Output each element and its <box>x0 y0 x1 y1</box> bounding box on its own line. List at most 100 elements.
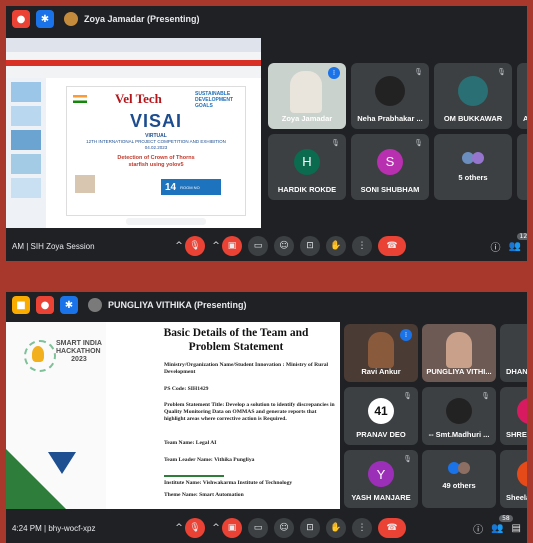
people-icon[interactable]: 👥 58 <box>491 514 513 534</box>
apps-icon[interactable]: ✱ <box>60 296 78 314</box>
participant-tile[interactable]: ⁞ Ravi Ankur <box>344 324 418 382</box>
participant-tile[interactable]: PUNGLIYA VITHI... <box>422 324 496 382</box>
avatar <box>88 298 102 312</box>
call-controls: ^ 🎙 ^ ▣ ▭ ☺ ⊡ ✋ ⋮ ☎ <box>174 236 412 256</box>
participant-tile[interactable]: 🎙 -- Smt.Madhuri ... <box>422 387 496 445</box>
raise-hand-button[interactable]: ✋ <box>326 518 346 538</box>
people-count: 58 <box>499 514 513 522</box>
event-date: 04.02.2023 <box>144 145 168 150</box>
participant-tile[interactable]: 🎙 Neha Prabhakar ... <box>351 63 429 129</box>
present-button[interactable]: ⊡ <box>300 518 320 538</box>
bottom-bar: 4:24 PM | bhy-wocf-xpz ^ 🎙 ^ ▣ ▭ ☺ ⊡ ✋ ⋮… <box>6 513 527 543</box>
participant-tile[interactable]: SHREYA <box>500 387 527 445</box>
chevron-up-icon[interactable]: ^ <box>174 518 184 538</box>
info-icon[interactable]: ⓘ <box>473 521 483 536</box>
slide-thumbnails <box>6 78 46 228</box>
others-count: 49 others <box>442 481 476 490</box>
activities-icon[interactable]: ✱ <box>36 10 54 28</box>
captions-button[interactable]: ▭ <box>248 236 268 256</box>
participant-tile[interactable]: Sheela G <box>500 450 527 508</box>
more-options-button[interactable]: ⋮ <box>352 518 372 538</box>
speaking-icon: ⁞ <box>328 67 340 79</box>
mic-off-button[interactable]: 🎙 <box>185 236 205 256</box>
team-name-text: Team Name: Legal AI <box>164 440 217 446</box>
avatar: H <box>294 148 320 175</box>
chevron-up-icon[interactable]: ^ <box>211 518 221 538</box>
present-button[interactable]: ⊡ <box>300 236 320 256</box>
chat-icon[interactable]: ▤ <box>512 523 521 534</box>
mic-off-icon: 🎙 <box>414 139 423 147</box>
photo <box>75 175 95 193</box>
chevron-up-icon[interactable]: ^ <box>211 236 221 256</box>
share-notice <box>126 218 206 225</box>
avatar <box>517 461 527 488</box>
participant-name: YASH MANJARE <box>351 493 411 502</box>
team-leader-text: Team Leader Name: Vithika Pungliya <box>164 457 255 463</box>
participant-tile[interactable]: A <box>517 63 527 129</box>
meet-window-1: ● ✱ Zoya Jamadar (Presenting) Vel Tech S… <box>6 6 527 261</box>
slides-toolbar <box>6 66 261 78</box>
video-feed <box>446 332 472 368</box>
meet-window-2: ■ ● ✱ PUNGLIYA VITHIKA (Presenting) SMAR… <box>6 292 527 543</box>
camera-off-button[interactable]: ▣ <box>222 518 242 538</box>
room-number: 14 <box>165 181 177 193</box>
divider <box>164 475 224 477</box>
theme-text: Theme Name: Smart Automation <box>164 492 244 498</box>
mic-off-icon: 🎙 <box>481 392 490 400</box>
info-icon[interactable]: ⓘ <box>491 239 501 254</box>
avatar <box>375 75 405 106</box>
record-icon[interactable]: ● <box>12 10 30 28</box>
mic-off-icon: 🎙 <box>414 68 423 76</box>
meeting-info: AM | SIH Zoya Session <box>12 241 95 251</box>
browser-tabs <box>6 38 261 52</box>
video-feed <box>290 71 322 113</box>
participant-name: Neha Prabhakar ... <box>357 114 423 123</box>
participant-tile[interactable] <box>517 134 527 200</box>
participant-name: HARDIK ROKDE <box>277 185 337 194</box>
sdg-logo-text: SUSTAINABLE DEVELOPMENT GOALS <box>195 91 234 109</box>
participant-name: Zoya Jamadar <box>281 114 333 123</box>
captions-button[interactable]: ▭ <box>248 518 268 538</box>
raise-hand-button[interactable]: ✋ <box>326 236 346 256</box>
org-name: Vel Tech <box>115 91 162 106</box>
slide-left-panel: SMART INDIA HACKATHON 2023 <box>6 322 106 509</box>
activities-icon[interactable]: ● <box>36 296 54 314</box>
participant-name: A <box>523 114 527 123</box>
people-icon[interactable]: 👥 12 <box>509 232 527 252</box>
mic-off-icon: 🎙 <box>403 455 412 463</box>
participant-tile[interactable]: ⁞ Zoya Jamadar <box>268 63 346 129</box>
participant-tile[interactable]: 🎙 OM BUKKAWAR <box>434 63 512 129</box>
chevron-up-icon[interactable]: ^ <box>174 236 184 256</box>
project-topic: Detection of Crown of Thorns starfish us… <box>117 155 195 168</box>
participant-tile[interactable]: 🎙 H HARDIK ROKDE <box>268 134 346 200</box>
participant-tile[interactable]: 🎙 S SONI SHUBHAM <box>351 134 429 200</box>
leave-call-button[interactable]: ☎ <box>378 236 406 256</box>
mic-off-icon: 🎙 <box>331 139 340 147</box>
others-tile[interactable]: 5 others <box>434 134 512 200</box>
top-bar: ■ ● ✱ PUNGLIYA VITHIKA (Presenting) <box>6 292 527 318</box>
participant-name: SONI SHUBHAM <box>360 185 420 194</box>
leave-call-button[interactable]: ☎ <box>378 518 406 538</box>
slide-title: VISAI <box>129 111 182 131</box>
participant-name: Sheela G <box>506 493 527 502</box>
record-icon[interactable]: ■ <box>12 296 30 314</box>
avatar <box>458 75 488 106</box>
mic-off-button[interactable]: 🎙 <box>185 518 205 538</box>
sih-logo <box>24 340 56 372</box>
participant-tile[interactable]: 🎙 Y YASH MANJARE <box>344 450 418 508</box>
call-controls: ^ 🎙 ^ ▣ ▭ ☺ ⊡ ✋ ⋮ ☎ <box>174 518 412 538</box>
more-options-button[interactable]: ⋮ <box>352 236 372 256</box>
participant-tile[interactable]: 🎙 41 PRANAV DEO <box>344 387 418 445</box>
participant-tile[interactable]: DHANA <box>500 324 527 382</box>
others-tile[interactable]: 49 others <box>422 450 496 508</box>
emoji-button[interactable]: ☺ <box>274 518 294 538</box>
presenter-label: PUNGLIYA VITHIKA (Presenting) <box>88 298 247 312</box>
presenter-name: Zoya Jamadar (Presenting) <box>84 14 200 24</box>
camera-off-button[interactable]: ▣ <box>222 236 242 256</box>
avatar: Y <box>368 461 394 488</box>
side-controls: ⓘ 👥 12 <box>491 232 527 254</box>
emoji-button[interactable]: ☺ <box>274 236 294 256</box>
participant-name: PUNGLIYA VITHI... <box>426 367 492 376</box>
avatar-stack <box>448 462 470 474</box>
avatar <box>446 398 472 425</box>
